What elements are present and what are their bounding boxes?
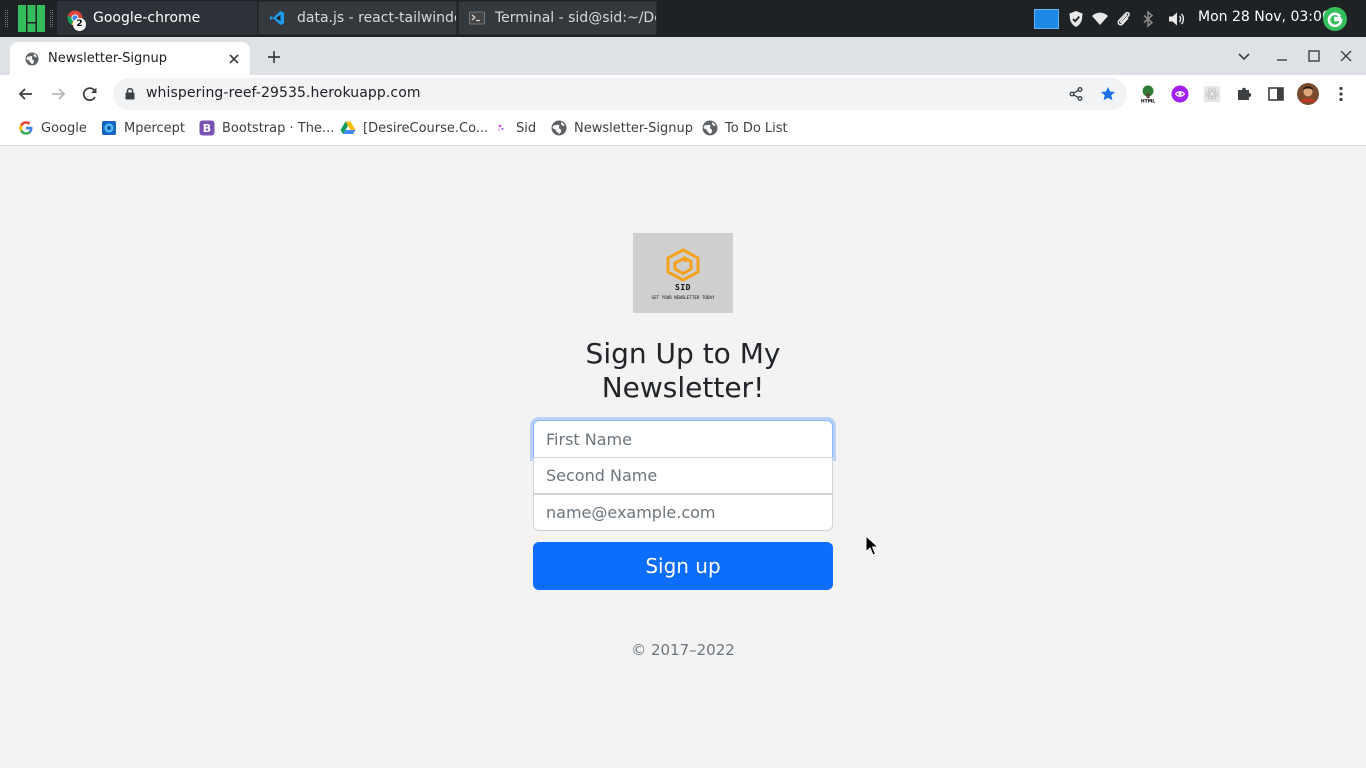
manjaro-menu-icon[interactable] (17, 4, 46, 33)
bookmark-label: Newsletter-Signup (574, 120, 693, 136)
bookmark-google[interactable]: Google (18, 120, 87, 136)
window-count-badge: 2 (73, 18, 86, 31)
logo-tagline: GET YOUR NEWSLETTER TODAY (651, 295, 715, 300)
taskbar-grip (50, 10, 53, 27)
close-window-icon[interactable] (1338, 48, 1354, 64)
globe-icon (702, 120, 718, 136)
first-name-input[interactable] (533, 420, 833, 458)
address-bar[interactable]: whispering-reef-29535.herokuapp.com (113, 78, 1127, 110)
page-title: Sign Up to My Newsletter! (585, 337, 781, 404)
vscode-icon (269, 10, 285, 26)
new-tab-icon[interactable] (266, 49, 282, 65)
bookmark-mpercept[interactable]: Mpercept (101, 120, 185, 136)
sign-up-button[interactable]: Sign up (533, 542, 833, 590)
svg-text:B: B (203, 122, 211, 135)
paperclip-icon[interactable] (1115, 0, 1133, 37)
bookmark-label: Bootstrap · The... (222, 120, 335, 136)
chrome-icon: 2 (67, 10, 86, 31)
side-panel-icon[interactable] (1267, 85, 1285, 103)
task-terminal[interactable]: Terminal - sid@sid:~/Desk... (458, 1, 657, 35)
copyright-footer: © 2017–2022 (631, 641, 735, 659)
graphql-extension-icon[interactable] (1171, 85, 1189, 103)
bookmark-sid[interactable]: Sid (493, 120, 536, 136)
tab-search-icon[interactable] (1236, 48, 1252, 64)
react-devtools-icon[interactable] (1203, 85, 1221, 103)
maximize-icon[interactable] (1306, 48, 1322, 64)
tab-title: Newsletter-Signup (48, 51, 167, 66)
volume-icon[interactable] (1167, 0, 1185, 37)
share-icon[interactable] (1068, 86, 1084, 102)
html-extension-icon[interactable]: HTML (1139, 85, 1157, 103)
profile-avatar[interactable] (1297, 83, 1319, 105)
bluetooth-icon[interactable] (1139, 0, 1157, 37)
close-tab-icon[interactable] (226, 51, 242, 67)
forward-arrow-icon[interactable] (48, 84, 68, 104)
bookmark-star-icon[interactable] (1100, 86, 1116, 102)
back-arrow-icon[interactable] (16, 84, 36, 104)
wifi-icon[interactable] (1091, 0, 1109, 37)
logo-name: SID (675, 283, 691, 292)
task-google-chrome[interactable]: 2 Google-chrome (57, 1, 257, 35)
bookmark-desirecourse[interactable]: [DesireCourse.Co... (340, 120, 488, 136)
workspace-indicator[interactable] (1034, 0, 1059, 37)
update-icon[interactable] (1323, 0, 1347, 37)
email-input[interactable] (533, 494, 833, 531)
minimize-icon[interactable] (1274, 48, 1290, 64)
url-text[interactable]: whispering-reef-29535.herokuapp.com (146, 85, 421, 101)
lock-icon[interactable] (125, 87, 135, 100)
extensions-puzzle-icon[interactable] (1235, 85, 1253, 103)
sid-icon (498, 124, 504, 131)
bookmark-label: To Do List (725, 120, 788, 136)
terminal-icon (469, 10, 485, 26)
second-name-input[interactable] (533, 457, 833, 494)
brand-logo: SID GET YOUR NEWSLETTER TODAY (633, 233, 733, 313)
taskbar-grip (5, 10, 8, 27)
bookmark-label: Google (41, 120, 87, 136)
bookmark-to-do-list[interactable]: To Do List (702, 120, 788, 136)
bookmark-newsletter-signup[interactable]: Newsletter-Signup (551, 120, 693, 136)
hexagon-logo-icon (666, 248, 700, 282)
bootstrap-icon: B (199, 120, 215, 136)
task-label: data.js - react-tailwindcss-... (297, 10, 456, 26)
bookmarks-bar: Google Mpercept B Bootstrap · The... [De… (0, 113, 1366, 146)
shield-icon[interactable] (1067, 0, 1085, 37)
system-taskbar: 2 Google-chrome data.js - react-tailwind… (0, 0, 1366, 37)
task-vscode[interactable]: data.js - react-tailwindcss-... (258, 1, 457, 35)
task-label: Google-chrome (93, 10, 201, 26)
google-drive-icon (340, 121, 356, 134)
bookmark-label: Sid (516, 120, 537, 136)
svg-text:HTML: HTML (1141, 99, 1155, 104)
browser-toolbar: whispering-reef-29535.herokuapp.com HTML (0, 75, 1366, 113)
reload-icon[interactable] (80, 84, 100, 104)
clock[interactable]: Mon 28 Nov, 03:00 (1198, 9, 1331, 25)
mpercept-icon (102, 121, 116, 135)
bookmark-label: [DesireCourse.Co... (363, 120, 489, 136)
globe-icon (25, 51, 39, 66)
task-label: Terminal - sid@sid:~/Desk... (495, 10, 656, 26)
page-content: SID GET YOUR NEWSLETTER TODAY Sign Up to… (4, 147, 1362, 764)
bookmark-label: Mpercept (124, 120, 186, 136)
mouse-cursor-icon (865, 535, 879, 556)
tab-strip: Newsletter-Signup (0, 37, 1366, 75)
globe-icon (551, 120, 567, 136)
tab-newsletter-signup[interactable]: Newsletter-Signup (10, 42, 250, 75)
google-icon (19, 121, 33, 135)
bookmark-bootstrap[interactable]: B Bootstrap · The... (199, 120, 334, 136)
more-menu-icon[interactable] (1332, 85, 1350, 103)
